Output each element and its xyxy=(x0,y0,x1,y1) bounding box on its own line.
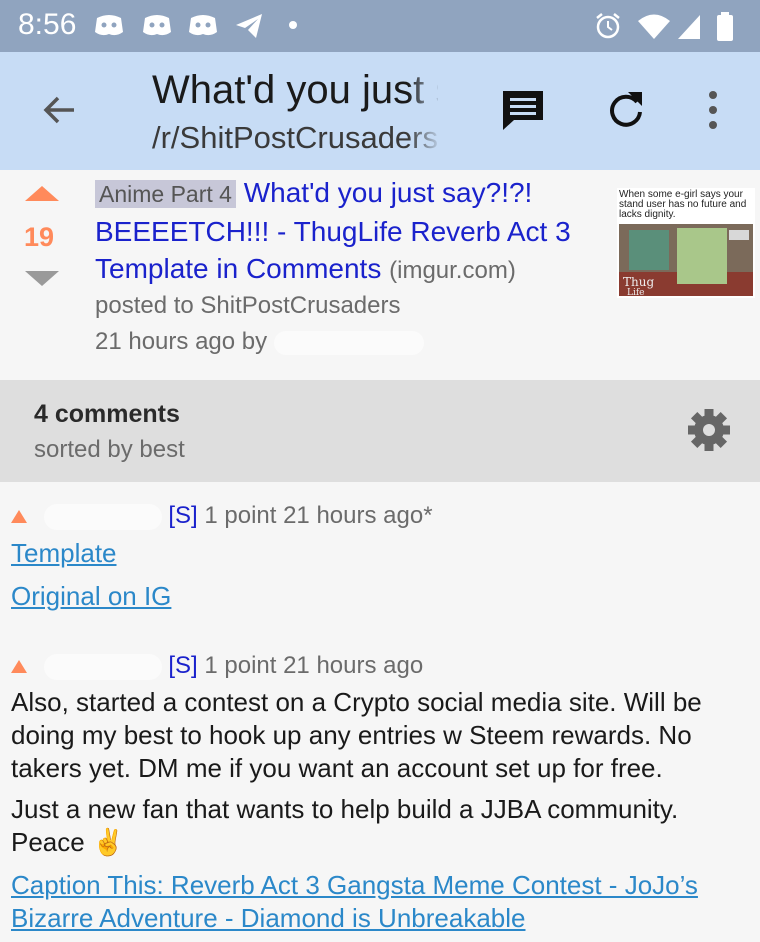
upvote-arrow-icon[interactable] xyxy=(11,510,27,524)
overflow-menu-icon[interactable] xyxy=(702,90,724,130)
comment-link-template[interactable]: Template xyxy=(11,538,117,569)
post-time: 21 hours ago by xyxy=(95,328,268,355)
redacted-username xyxy=(273,330,424,355)
comments-sort[interactable]: sorted by best xyxy=(34,436,185,464)
upvote-arrow-icon[interactable] xyxy=(11,660,27,674)
app-bar: What'd you just say?!?! /r/ShitPostCrusa… xyxy=(0,52,760,170)
comments-icon[interactable] xyxy=(500,88,546,132)
thumbnail-caption: When some e-girl says your stand user ha… xyxy=(619,189,747,220)
downvote-arrow-icon[interactable] xyxy=(25,271,59,286)
svg-text:Life: Life xyxy=(627,288,645,296)
status-bar: 8:56 xyxy=(0,0,760,52)
upvote-arrow-icon[interactable] xyxy=(25,186,59,201)
redacted-username xyxy=(43,503,162,530)
post-title-block[interactable]: Anime Part 4 What'd you just say?!?! BEE… xyxy=(95,174,605,289)
comment-meta: 1 point 21 hours ago* xyxy=(204,502,433,529)
post-domain: (imgur.com) xyxy=(389,257,516,284)
comment-link-contest[interactable]: Caption This: Reverb Act 3 Gangsta Meme … xyxy=(11,869,751,935)
comment-body-paragraph: Also, started a contest on a Crypto soci… xyxy=(11,687,702,783)
thumbnail-image: Thug Life xyxy=(619,224,753,296)
discord-icon xyxy=(143,15,171,36)
post-header: 19 Anime Part 4 What'd you just say?!?! … xyxy=(0,170,760,380)
gear-icon[interactable] xyxy=(686,407,732,453)
comments-header: 4 comments sorted by best xyxy=(0,380,760,482)
status-time: 8:56 xyxy=(18,8,77,41)
telegram-icon xyxy=(236,14,262,38)
comment-body-paragraph: Just a new fan that wants to help build … xyxy=(11,794,679,857)
back-arrow-icon[interactable] xyxy=(38,88,82,132)
alarm-icon xyxy=(596,13,620,39)
wifi-icon xyxy=(638,14,670,39)
comment-header: [S] 1 point 21 hours ago* xyxy=(11,502,433,530)
post-flair: Anime Part 4 xyxy=(95,180,236,208)
discord-icon xyxy=(189,15,217,36)
comment-header: [S] 1 point 21 hours ago xyxy=(11,652,423,680)
post-score: 19 xyxy=(24,222,55,252)
comment-meta: 1 point 21 hours ago xyxy=(204,652,424,679)
posted-to: posted to ShitPostCrusaders xyxy=(95,292,401,319)
title-fade xyxy=(408,68,442,160)
signal-icon xyxy=(678,15,700,39)
comment-link-original[interactable]: Original on IG xyxy=(11,581,171,612)
comments-count: 4 comments xyxy=(34,400,180,428)
post-time-author: 21 hours ago by xyxy=(95,328,605,356)
submitter-tag: [S] xyxy=(168,502,198,529)
dot-icon xyxy=(289,21,297,29)
refresh-icon[interactable] xyxy=(604,88,648,132)
svg-text:Thug: Thug xyxy=(623,275,654,289)
redacted-username xyxy=(43,653,162,680)
post-thumbnail[interactable]: When some e-girl says your stand user ha… xyxy=(617,188,755,298)
battery-icon xyxy=(717,12,733,41)
discord-icon xyxy=(95,15,123,36)
submitter-tag: [S] xyxy=(168,652,198,679)
subreddit-name: /r/ShitPostCrusaders xyxy=(152,120,438,155)
page-title: What'd you just say?!?! xyxy=(152,68,438,112)
